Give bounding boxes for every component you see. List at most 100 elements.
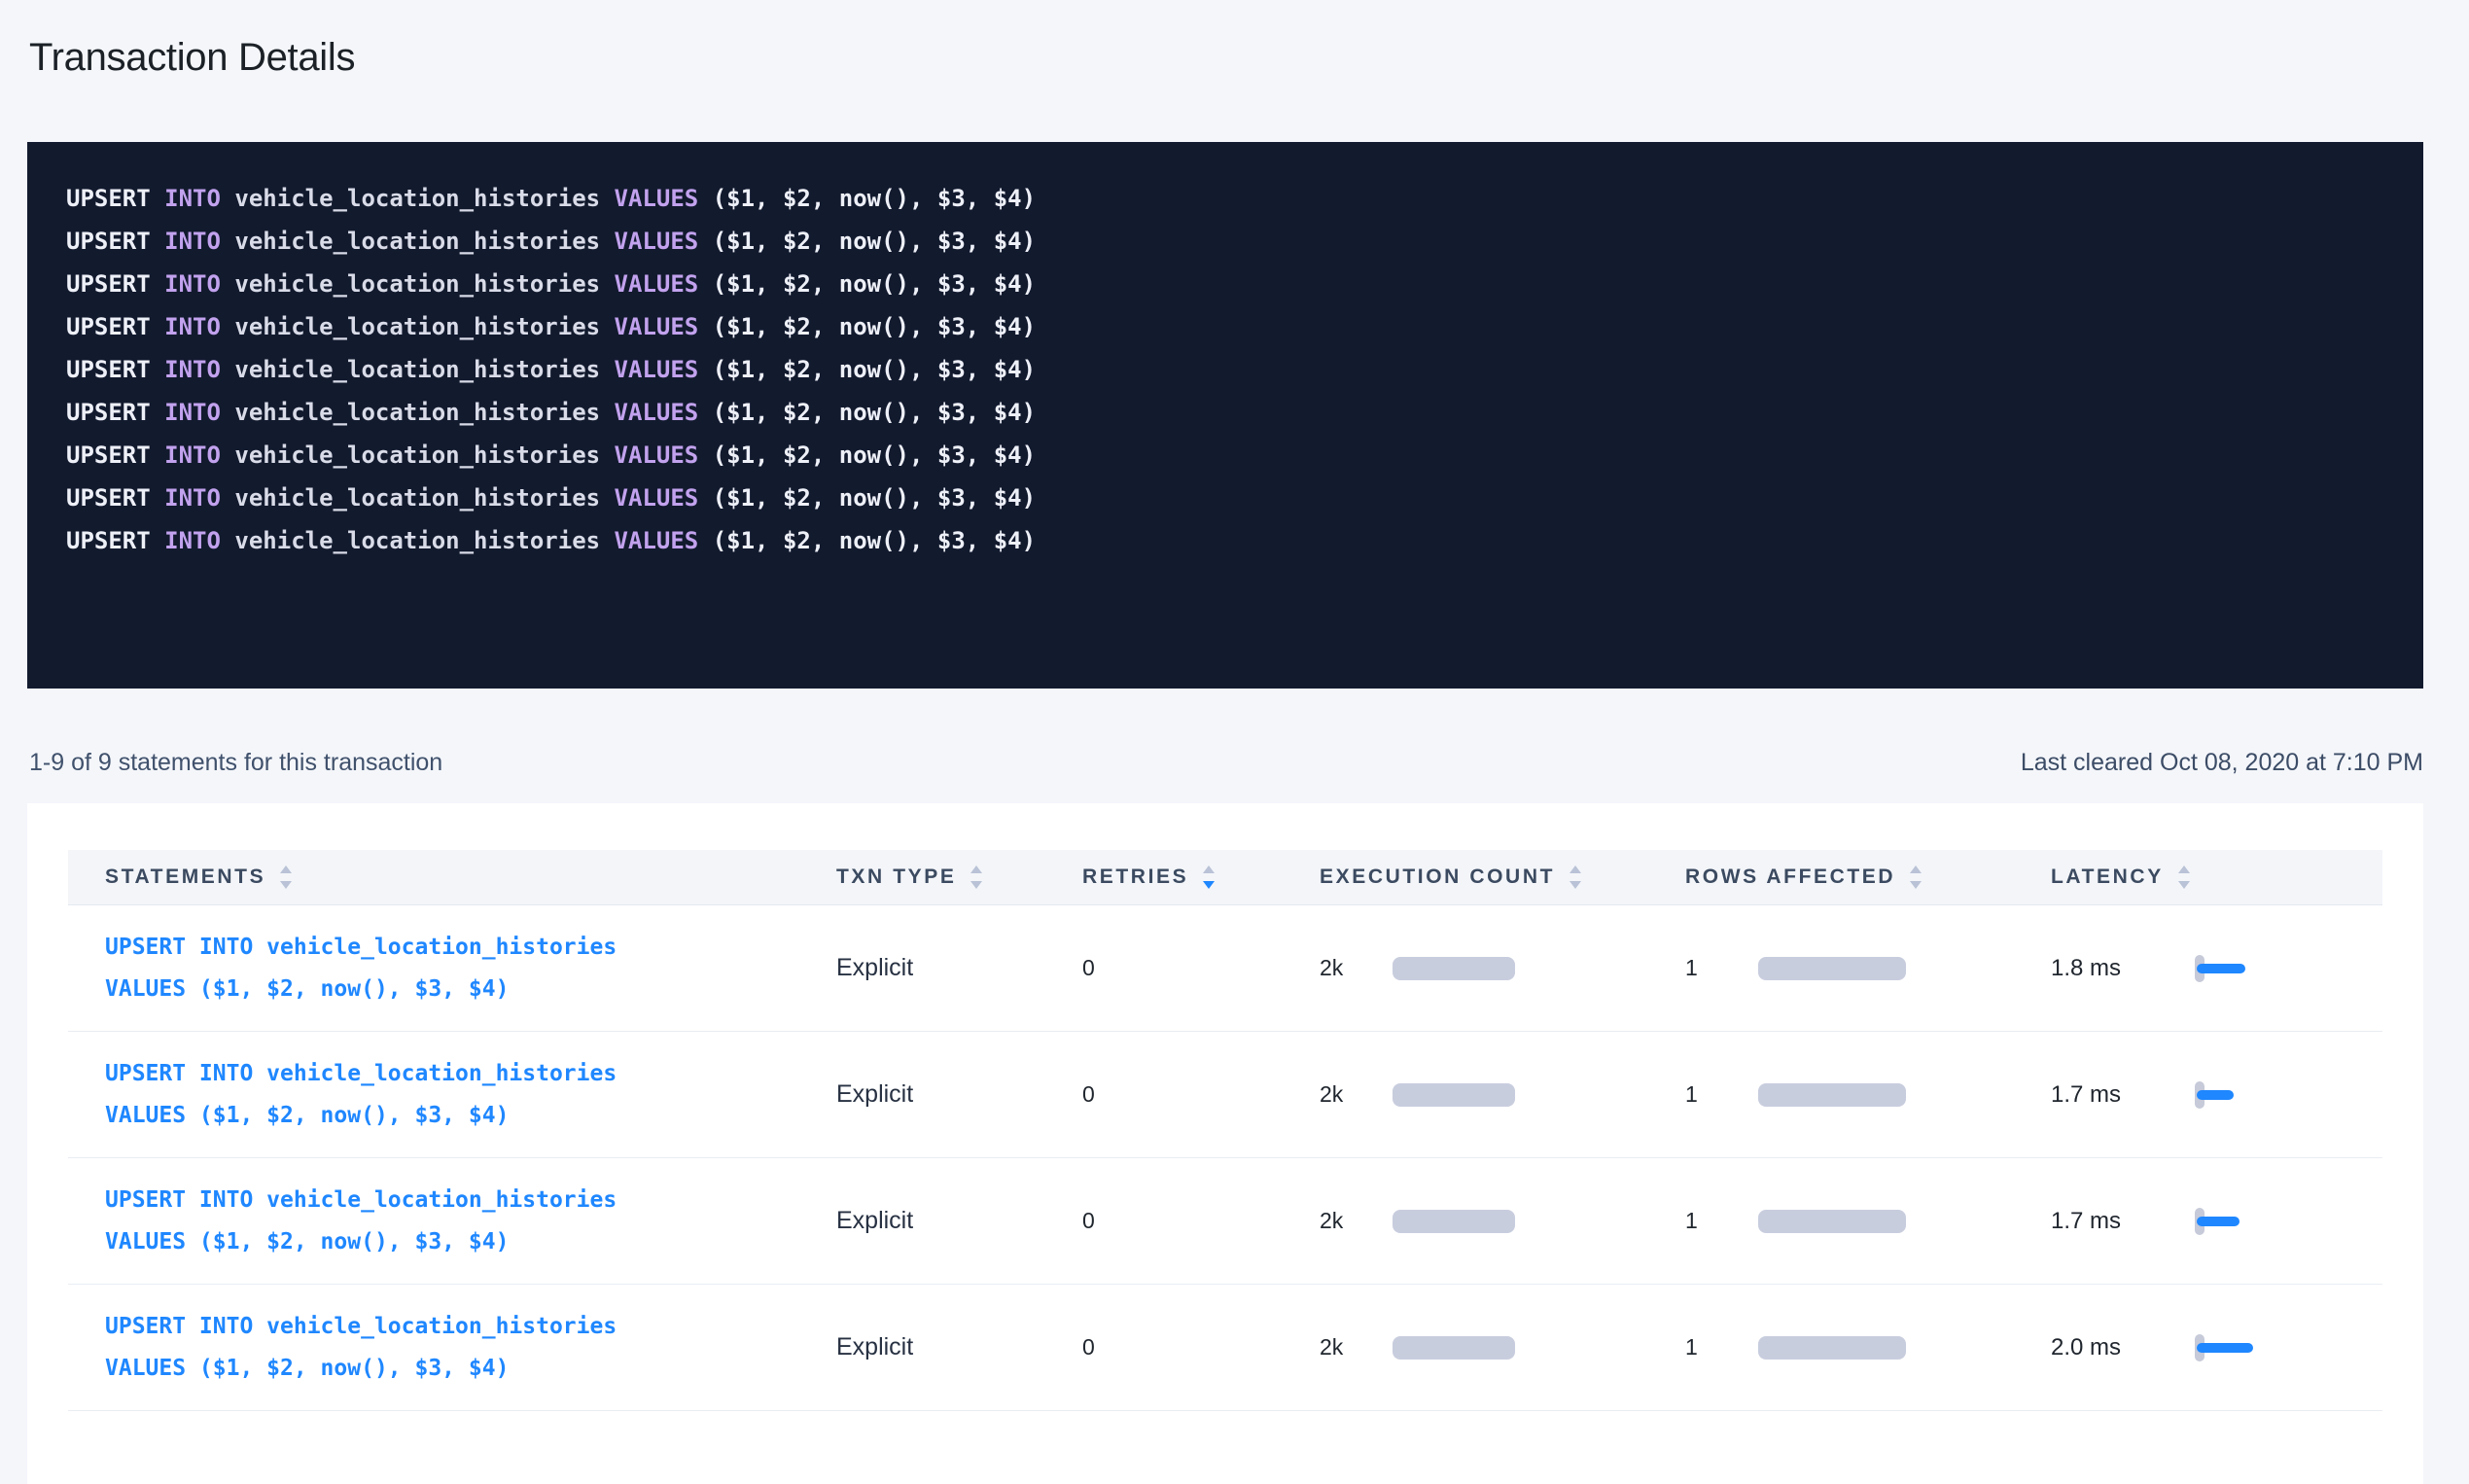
sql-statement-line: UPSERT INTO vehicle_location_histories V…: [66, 177, 2384, 220]
transaction-sql-box: UPSERT INTO vehicle_location_histories V…: [27, 142, 2423, 689]
sort-asc-icon: [1570, 866, 1581, 873]
rows-affected-value: 1: [1685, 1081, 1758, 1108]
latency-cell: 1.7 ms: [2051, 1081, 2381, 1109]
column-header-execution-count[interactable]: EXECUTION COUNT: [1320, 866, 1685, 889]
sort-asc-icon: [280, 866, 292, 873]
execution-count-cell: 2k: [1320, 1081, 1685, 1108]
statement-cell: UPSERT INTO vehicle_location_historiesVA…: [105, 927, 836, 1010]
rows-affected-value: 1: [1685, 1334, 1758, 1360]
statement-row: UPSERT INTO vehicle_location_historiesVA…: [68, 1032, 2382, 1158]
latency-value: 2.0 ms: [2051, 1334, 2195, 1361]
latency-chart: [2195, 1208, 2273, 1235]
column-header-label: EXECUTION COUNT: [1320, 866, 1555, 889]
statements-count-text: 1-9 of 9 statements for this transaction: [29, 749, 442, 777]
execution-count-value: 2k: [1320, 955, 1393, 981]
retries-cell: 0: [1082, 1081, 1320, 1108]
sql-statement-line: UPSERT INTO vehicle_location_histories V…: [66, 391, 2384, 434]
sort-icon[interactable]: [970, 866, 982, 889]
sort-desc-icon: [280, 881, 292, 889]
rows-affected-value: 1: [1685, 955, 1758, 981]
column-header-label: STATEMENTS: [105, 866, 265, 889]
statement-row: UPSERT INTO vehicle_location_historiesVA…: [68, 905, 2382, 1032]
rows-affected-bar: [1758, 1210, 1906, 1233]
sort-asc-icon: [970, 866, 982, 873]
sql-statement-line: UPSERT INTO vehicle_location_histories V…: [66, 434, 2384, 477]
statement-link[interactable]: UPSERT INTO vehicle_location_historiesVA…: [105, 1187, 617, 1254]
statements-table: STATEMENTS TXN TYPE RETRIES EXECUTION CO…: [68, 850, 2382, 1411]
last-cleared-text: Last cleared Oct 08, 2020 at 7:10 PM: [2021, 749, 2423, 777]
column-header-statements[interactable]: STATEMENTS: [105, 866, 836, 889]
statements-table-header: STATEMENTS TXN TYPE RETRIES EXECUTION CO…: [68, 850, 2382, 905]
statement-cell: UPSERT INTO vehicle_location_historiesVA…: [105, 1180, 836, 1263]
retries-cell: 0: [1082, 1334, 1320, 1360]
latency-bar: [2197, 1217, 2240, 1226]
sort-icon[interactable]: [2178, 866, 2190, 889]
sort-icon[interactable]: [1203, 866, 1215, 889]
sql-statement-line: UPSERT INTO vehicle_location_histories V…: [66, 220, 2384, 263]
rows-affected-value: 1: [1685, 1208, 1758, 1234]
sort-icon[interactable]: [1910, 866, 1922, 889]
execution-count-value: 2k: [1320, 1208, 1393, 1234]
rows-affected-cell: 1: [1685, 955, 2051, 981]
sort-desc-icon: [1910, 881, 1922, 889]
txn-type-cell: Explicit: [836, 1333, 1082, 1361]
column-header-label: ROWS AFFECTED: [1685, 866, 1895, 889]
column-header-retries[interactable]: RETRIES: [1082, 866, 1320, 889]
latency-chart: [2195, 955, 2273, 982]
latency-value: 1.7 ms: [2051, 1208, 2195, 1235]
execution-count-bar: [1393, 1336, 1515, 1360]
execution-count-bar: [1393, 1210, 1515, 1233]
retries-cell: 0: [1082, 1208, 1320, 1234]
statement-link[interactable]: UPSERT INTO vehicle_location_historiesVA…: [105, 1314, 617, 1381]
retries-cell: 0: [1082, 955, 1320, 981]
sort-icon[interactable]: [280, 866, 292, 889]
sort-desc-icon: [2178, 881, 2190, 889]
latency-value: 1.7 ms: [2051, 1081, 2195, 1109]
sort-icon[interactable]: [1570, 866, 1581, 889]
latency-value: 1.8 ms: [2051, 955, 2195, 982]
txn-type-cell: Explicit: [836, 954, 1082, 982]
execution-count-value: 2k: [1320, 1334, 1393, 1360]
latency-cell: 1.7 ms: [2051, 1208, 2381, 1235]
latency-chart: [2195, 1081, 2273, 1109]
statement-link[interactable]: UPSERT INTO vehicle_location_historiesVA…: [105, 935, 617, 1002]
latency-bar: [2197, 1343, 2253, 1353]
execution-count-cell: 2k: [1320, 1334, 1685, 1360]
sort-asc-icon: [1203, 866, 1215, 873]
rows-affected-bar: [1758, 1336, 1906, 1360]
column-header-latency[interactable]: LATENCY: [2051, 866, 2381, 889]
sql-statement-line: UPSERT INTO vehicle_location_histories V…: [66, 477, 2384, 519]
execution-count-value: 2k: [1320, 1081, 1393, 1108]
rows-affected-bar: [1758, 957, 1906, 980]
txn-type-cell: Explicit: [836, 1080, 1082, 1109]
execution-count-cell: 2k: [1320, 1208, 1685, 1234]
execution-count-cell: 2k: [1320, 955, 1685, 981]
statement-cell: UPSERT INTO vehicle_location_historiesVA…: [105, 1306, 836, 1390]
rows-affected-cell: 1: [1685, 1208, 2051, 1234]
sql-statement-line: UPSERT INTO vehicle_location_histories V…: [66, 519, 2384, 562]
latency-cell: 1.8 ms: [2051, 955, 2381, 982]
rows-affected-bar: [1758, 1083, 1906, 1107]
column-header-label: TXN TYPE: [836, 866, 956, 889]
sort-desc-icon: [1203, 881, 1215, 889]
sql-statement-line: UPSERT INTO vehicle_location_histories V…: [66, 305, 2384, 348]
rows-affected-cell: 1: [1685, 1334, 2051, 1360]
sql-statement-line: UPSERT INTO vehicle_location_histories V…: [66, 263, 2384, 305]
statements-table-card: STATEMENTS TXN TYPE RETRIES EXECUTION CO…: [27, 803, 2423, 1484]
column-header-label: LATENCY: [2051, 866, 2164, 889]
rows-affected-cell: 1: [1685, 1081, 2051, 1108]
column-header-txn-type[interactable]: TXN TYPE: [836, 866, 1082, 889]
statement-link[interactable]: UPSERT INTO vehicle_location_historiesVA…: [105, 1061, 617, 1128]
sort-asc-icon: [2178, 866, 2190, 873]
execution-count-bar: [1393, 957, 1515, 980]
page-title: Transaction Details: [29, 36, 355, 80]
column-header-rows-affected[interactable]: ROWS AFFECTED: [1685, 866, 2051, 889]
sort-desc-icon: [970, 881, 982, 889]
statement-row: UPSERT INTO vehicle_location_historiesVA…: [68, 1285, 2382, 1411]
txn-type-cell: Explicit: [836, 1207, 1082, 1235]
latency-chart: [2195, 1334, 2273, 1361]
statement-cell: UPSERT INTO vehicle_location_historiesVA…: [105, 1053, 836, 1137]
latency-bar: [2197, 1090, 2234, 1100]
latency-bar: [2197, 964, 2245, 973]
transaction-details-page: { "colors": { "accent_blue": "#1f87ff", …: [0, 0, 2469, 1410]
